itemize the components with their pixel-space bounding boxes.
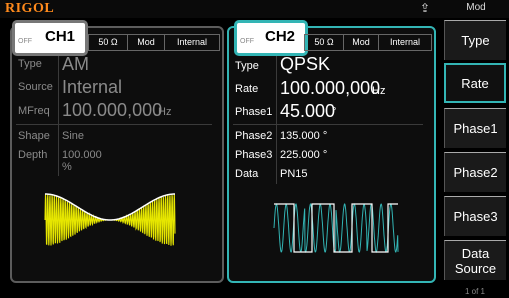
menu-type-button[interactable]: Type bbox=[444, 20, 506, 60]
ch2-rate-label: Rate bbox=[235, 83, 259, 95]
ch1-name: CH1 bbox=[45, 28, 76, 45]
ch2-separator bbox=[233, 124, 423, 125]
ch2-mode: Mod bbox=[343, 34, 379, 51]
ch1-mfreq-unit: Hz bbox=[158, 106, 172, 118]
ch2-source-badge: Internal bbox=[378, 34, 432, 51]
ch1-mode: Mod bbox=[127, 34, 165, 51]
menu-page-indicator: 1 of 1 bbox=[464, 287, 485, 296]
ch2-status-bar: 50 Ω Mod Internal bbox=[304, 34, 432, 51]
ch2-phase2-value: 135.000 ° bbox=[280, 130, 328, 142]
menu-title: Mod bbox=[466, 2, 486, 13]
ch2-phase1-unit: ° bbox=[332, 106, 337, 118]
ch1-source-badge: Internal bbox=[164, 34, 220, 51]
ch1-depth-label: Depth bbox=[18, 149, 48, 161]
ch2-phase3-label: Phase3 bbox=[235, 149, 273, 161]
ch1-type-value: AM bbox=[62, 54, 89, 74]
ch1-impedance: 50 Ω bbox=[88, 34, 128, 51]
ch1-tab[interactable]: OFF CH1 bbox=[12, 20, 88, 56]
ch2-phase2-label: Phase2 bbox=[235, 130, 273, 142]
menu-phase1-button[interactable]: Phase1 bbox=[444, 108, 506, 148]
ch2-phase1-label: Phase1 bbox=[235, 106, 273, 118]
ch2-data-label: Data bbox=[235, 168, 259, 180]
ch1-separator bbox=[16, 124, 212, 125]
menu-phase3-button[interactable]: Phase3 bbox=[444, 196, 506, 236]
ch1-source-value: Internal bbox=[62, 77, 123, 97]
ch2-data-value: PN15 bbox=[280, 168, 308, 180]
ch1-source-label: Source bbox=[18, 81, 53, 93]
usb-icon: ⇪ bbox=[420, 1, 431, 15]
ch2-divider bbox=[276, 56, 277, 184]
ch1-divider bbox=[58, 56, 59, 176]
psk-carrier-wave bbox=[273, 203, 399, 253]
ch1-output-state: OFF bbox=[18, 38, 32, 45]
menu-data-source-button[interactable]: Data Source bbox=[444, 240, 506, 280]
ch1-type-label: Type bbox=[18, 58, 42, 70]
top-bar bbox=[0, 0, 509, 18]
ch1-waveform-preview bbox=[44, 193, 176, 246]
ch2-phase1-value: 45.000 bbox=[280, 101, 336, 121]
ch1-mfreq-value: 100.000,000 bbox=[62, 100, 163, 120]
ch1-shape-value: Sine bbox=[62, 130, 85, 142]
brand-logo: RIGOL bbox=[5, 1, 55, 16]
ch2-output-state: OFF bbox=[240, 38, 254, 45]
ch2-phase3-value: 225.000 ° bbox=[280, 149, 328, 161]
ch1-shape-label: Shape bbox=[18, 130, 50, 142]
ch1-depth-value: 100.000 % bbox=[62, 149, 102, 173]
ch2-waveform-preview bbox=[273, 203, 399, 253]
ch2-rate-value: 100.000,000 bbox=[280, 78, 381, 98]
ch2-tab[interactable]: OFF CH2 bbox=[234, 20, 308, 56]
ch2-type-label: Type bbox=[235, 60, 259, 72]
ch1-mfreq-label: MFreq bbox=[18, 105, 50, 117]
ch1-status-bar: 50 Ω Mod Internal bbox=[88, 34, 220, 51]
ch2-name: CH2 bbox=[265, 28, 296, 45]
ch2-type-value: QPSK bbox=[280, 54, 331, 74]
menu-rate-button[interactable]: Rate bbox=[444, 63, 506, 103]
ch2-rate-unit: Hz bbox=[372, 85, 386, 97]
ch2-impedance: 50 Ω bbox=[304, 34, 344, 51]
menu-phase2-button[interactable]: Phase2 bbox=[444, 152, 506, 192]
